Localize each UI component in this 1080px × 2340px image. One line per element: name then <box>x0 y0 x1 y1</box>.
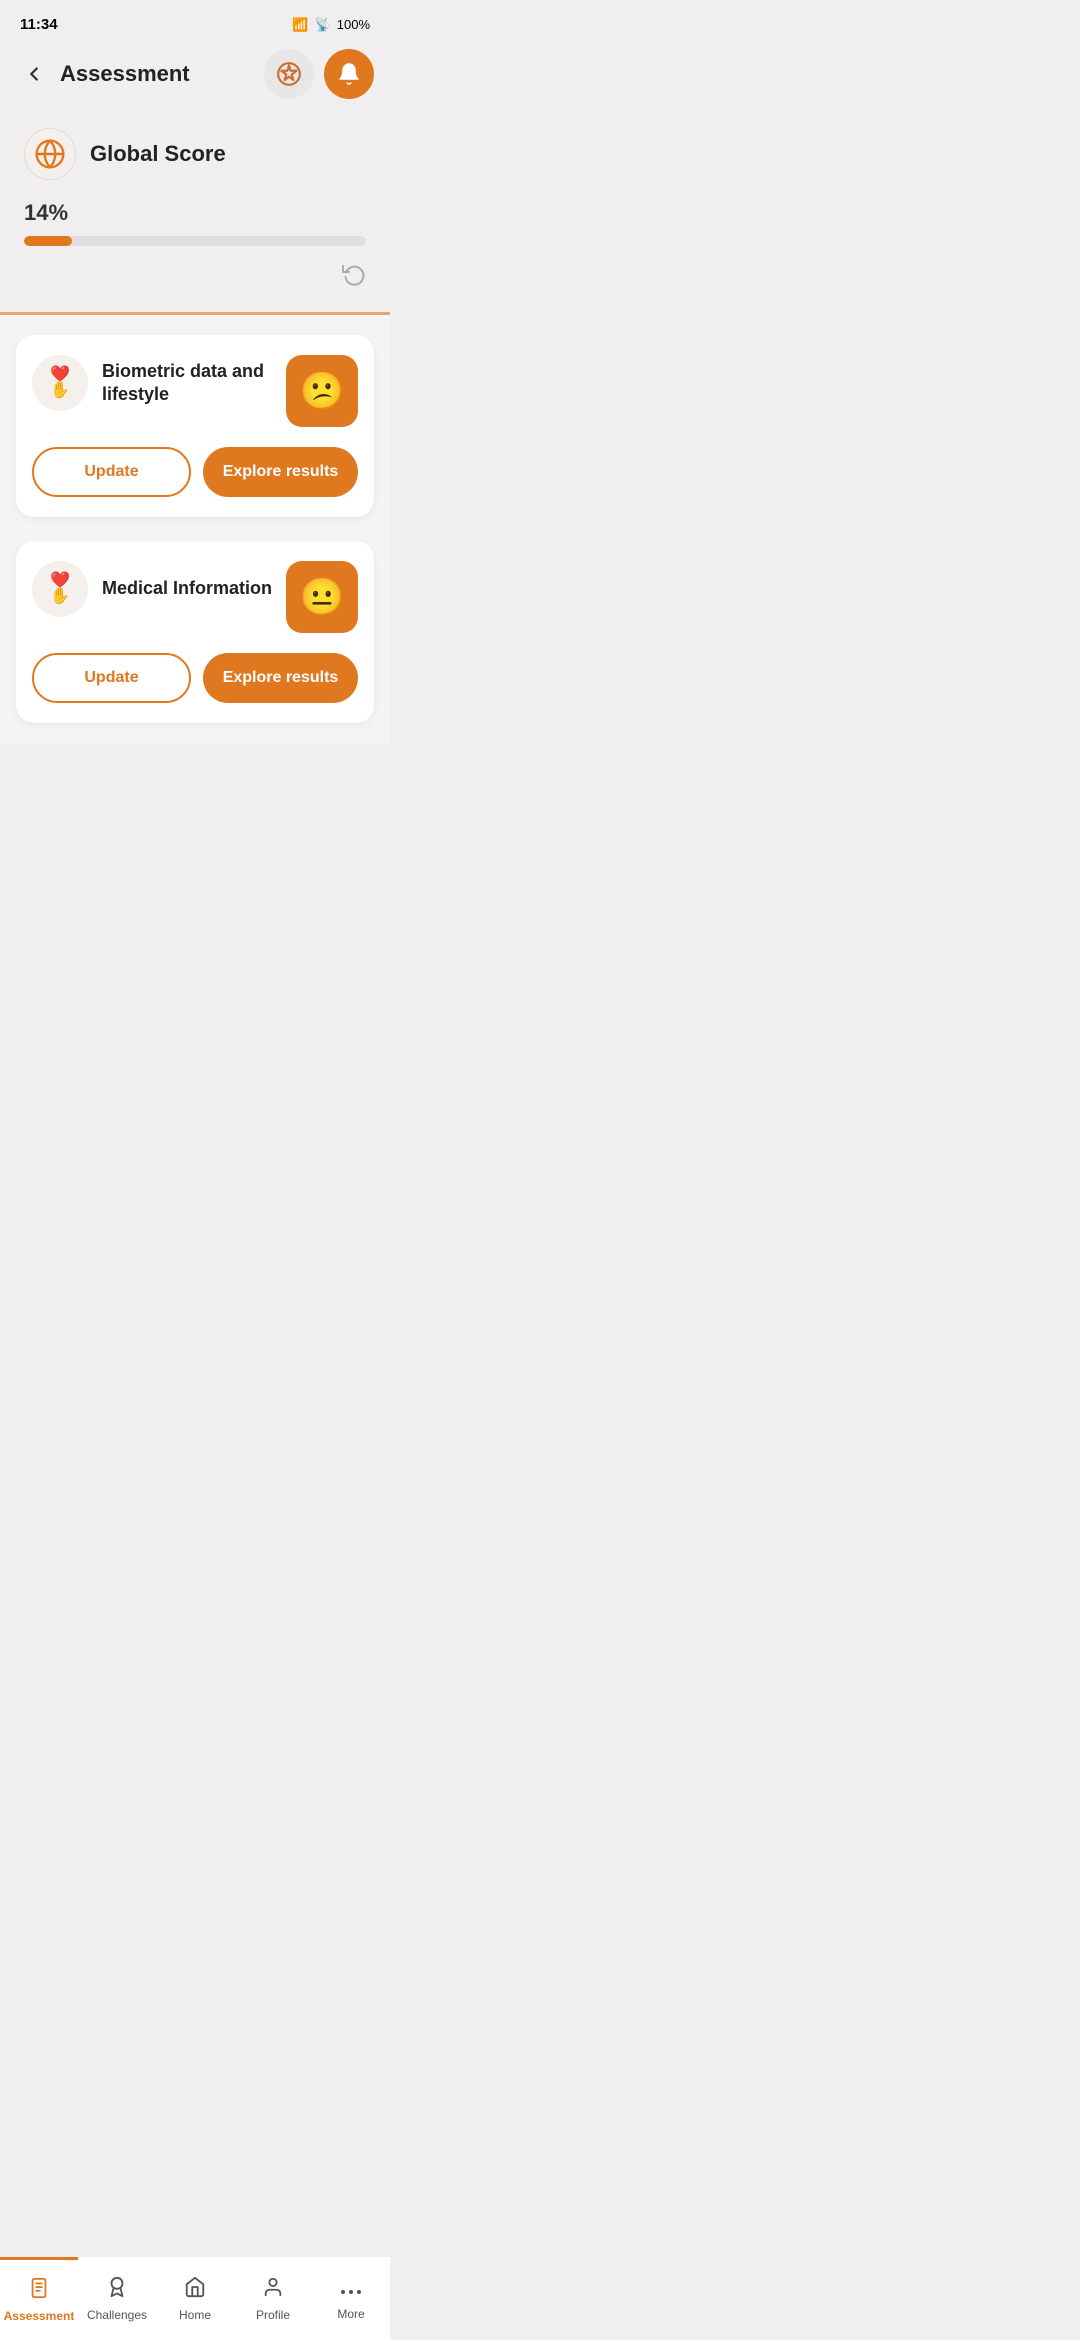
medical-card-buttons: Update Explore results <box>32 653 358 703</box>
card-icon-title-medical: ❤️ ✋ Medical Information <box>32 561 274 617</box>
status-time: 11:34 <box>20 16 58 33</box>
nav-more-label: More <box>337 2307 364 2321</box>
biometric-icon: ❤️ ✋ <box>32 355 88 411</box>
global-score-label-row: Global Score <box>24 128 366 180</box>
back-button[interactable] <box>16 56 52 92</box>
signal-icon: 📡 <box>315 17 331 33</box>
nav-item-home[interactable]: Home <box>156 2257 234 2340</box>
header-actions <box>264 49 374 99</box>
biometric-score-badge: 😕 <box>286 355 358 427</box>
medical-score-badge: 😐 <box>286 561 358 633</box>
global-score-section: Global Score 14% <box>0 104 390 312</box>
nav-assessment-label: Assessment <box>4 2309 75 2323</box>
nav-home-label: Home <box>179 2308 211 2322</box>
bell-button[interactable] <box>324 49 374 99</box>
bottom-nav: Assessment Challenges Home Profile <box>0 2256 390 2340</box>
biometric-explore-button[interactable]: Explore results <box>203 447 358 497</box>
page-title: Assessment <box>60 61 190 87</box>
nav-item-more[interactable]: More <box>312 2257 390 2340</box>
nav-challenges-label: Challenges <box>87 2308 147 2322</box>
nav-challenges-icon <box>106 2276 128 2304</box>
nav-item-assessment[interactable]: Assessment <box>0 2257 78 2340</box>
card-icon-title-biometric: ❤️ ✋ Biometric data and lifestyle <box>32 355 274 411</box>
refresh-icon[interactable] <box>342 262 366 292</box>
biometric-card-buttons: Update Explore results <box>32 447 358 497</box>
biometric-emoji: 😕 <box>300 370 345 412</box>
medical-card-title: Medical Information <box>102 577 274 600</box>
global-score-title: Global Score <box>90 141 226 167</box>
header: Assessment <box>0 44 390 104</box>
battery-icon: 100% <box>337 17 370 32</box>
medical-explore-button[interactable]: Explore results <box>203 653 358 703</box>
nav-profile-icon <box>262 2276 284 2304</box>
status-icons: 📶 📡 100% <box>292 17 370 33</box>
score-percent: 14% <box>24 200 366 226</box>
medical-icon: ❤️ ✋ <box>32 561 88 617</box>
medical-update-button[interactable]: Update <box>32 653 191 703</box>
nav-home-icon <box>184 2276 206 2304</box>
reward-button[interactable] <box>264 49 314 99</box>
progress-bar-background <box>24 236 366 246</box>
cards-container: ❤️ ✋ Biometric data and lifestyle 😕 Upda… <box>0 315 390 743</box>
progress-bar-fill <box>24 236 72 246</box>
nav-assessment-icon <box>28 2277 50 2305</box>
nav-item-profile[interactable]: Profile <box>234 2257 312 2340</box>
medical-card: ❤️ ✋ Medical Information 😐 Update Explor… <box>16 541 374 723</box>
biometric-update-button[interactable]: Update <box>32 447 191 497</box>
nav-profile-label: Profile <box>256 2308 290 2322</box>
status-bar: 11:34 📶 📡 100% <box>0 0 390 44</box>
wifi-icon: 📶 <box>292 17 308 33</box>
nav-more-icon <box>340 2277 362 2303</box>
globe-icon <box>24 128 76 180</box>
card-top-biometric: ❤️ ✋ Biometric data and lifestyle 😕 <box>32 355 358 427</box>
biometric-card-title: Biometric data and lifestyle <box>102 360 274 407</box>
biometric-card: ❤️ ✋ Biometric data and lifestyle 😕 Upda… <box>16 335 374 517</box>
medical-emoji: 😐 <box>300 576 345 618</box>
nav-item-challenges[interactable]: Challenges <box>78 2257 156 2340</box>
refresh-row <box>24 262 366 292</box>
section-divider <box>0 312 390 315</box>
card-top-medical: ❤️ ✋ Medical Information 😐 <box>32 561 358 633</box>
